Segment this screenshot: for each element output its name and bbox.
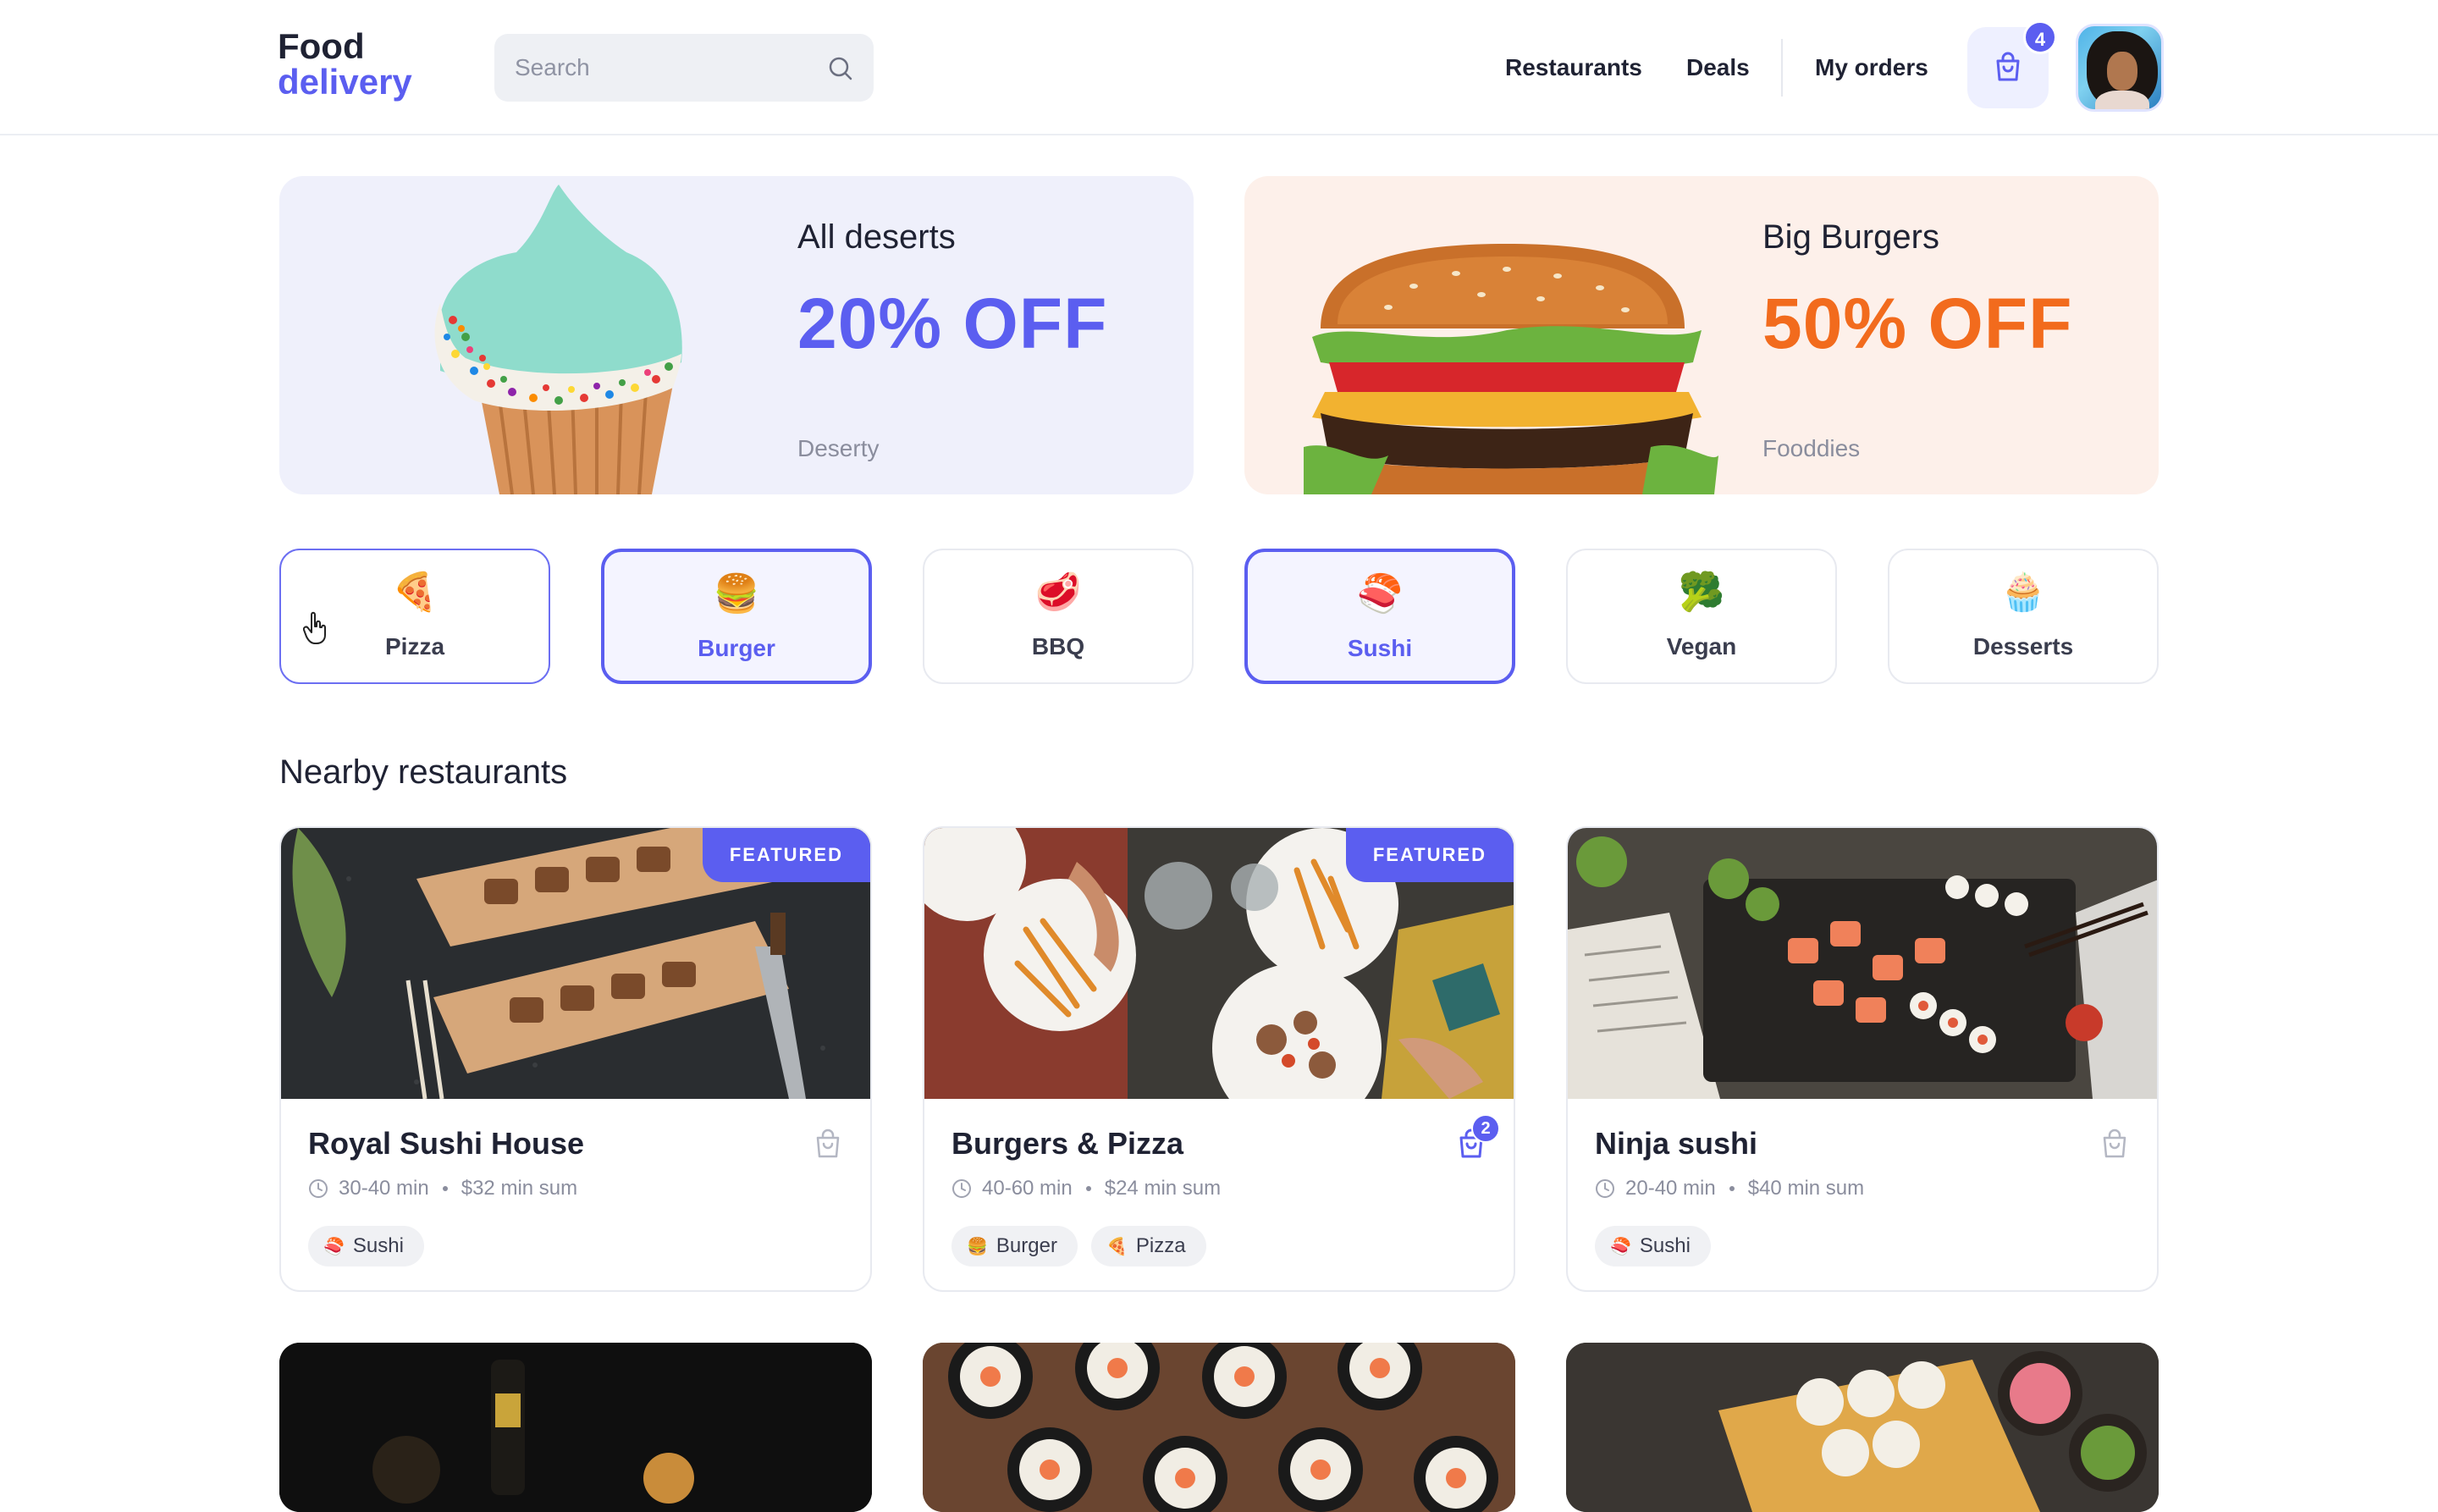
restaurant-name: Burgers & Pizza bbox=[951, 1126, 1184, 1161]
tag-chip[interactable]: 🍣 Sushi bbox=[308, 1226, 424, 1266]
min-sum: $40 min sum bbox=[1747, 1177, 1865, 1200]
tag-chip[interactable]: 🍣 Sushi bbox=[1595, 1226, 1711, 1266]
restaurant-card[interactable] bbox=[279, 1343, 872, 1512]
delivery-time: 20-40 min bbox=[1625, 1177, 1716, 1200]
category-burger[interactable]: 🍔 Burger bbox=[601, 549, 872, 684]
restaurant-meta: 20-40 min $40 min sum bbox=[1595, 1177, 1864, 1200]
section-title: Nearby restaurants bbox=[279, 753, 568, 791]
promo-banner-desserts[interactable]: All deserts 20% OFF Deserty bbox=[279, 176, 1194, 494]
cart-count-badge: 4 bbox=[2023, 20, 2057, 54]
pizza-icon: 🍕 bbox=[1106, 1236, 1128, 1256]
burger-image bbox=[1304, 244, 1718, 494]
restaurant-photo bbox=[279, 1343, 872, 1512]
shopping-bag-icon[interactable] bbox=[2098, 1128, 2132, 1162]
category-bbq[interactable]: 🥩 BBQ bbox=[923, 549, 1194, 684]
burger-icon: 🍔 bbox=[967, 1236, 988, 1256]
restaurant-card[interactable]: FEATURED Burgers & Pizza 2 40-60 min $24… bbox=[923, 826, 1515, 1292]
shopping-bag-icon bbox=[1996, 52, 2020, 81]
clock-icon bbox=[952, 1179, 971, 1198]
restaurant-photo bbox=[1568, 828, 2157, 1099]
min-sum: $32 min sum bbox=[461, 1177, 578, 1200]
clock-icon bbox=[1596, 1179, 1614, 1198]
category-pizza[interactable]: 🍕 Pizza bbox=[279, 549, 550, 684]
restaurant-photo bbox=[923, 1343, 1515, 1512]
restaurant-meta: 30-40 min $32 min sum bbox=[308, 1177, 577, 1200]
tag-label: Sushi bbox=[1639, 1234, 1691, 1257]
delivery-time: 40-60 min bbox=[982, 1177, 1073, 1200]
featured-badge: FEATURED bbox=[702, 828, 870, 882]
category-sushi[interactable]: 🍣 Sushi bbox=[1244, 549, 1515, 684]
restaurant-card[interactable]: FEATURED Royal Sushi House 30-40 min $32… bbox=[279, 826, 872, 1292]
tag-label: Burger bbox=[996, 1234, 1057, 1257]
tag-list: 🍣 Sushi bbox=[308, 1226, 438, 1266]
category-label: Vegan bbox=[1666, 633, 1737, 659]
pizza-icon: 🍕 bbox=[391, 571, 439, 614]
promo-brand: Deserty bbox=[797, 435, 880, 461]
restaurant-meta: 40-60 min $24 min sum bbox=[951, 1177, 1221, 1200]
broccoli-icon: 🥦 bbox=[1678, 571, 1725, 614]
category-label: Sushi bbox=[1347, 635, 1413, 661]
restaurant-name: Ninja sushi bbox=[1595, 1126, 1758, 1161]
sushi-icon: 🍣 bbox=[323, 1236, 345, 1256]
cupcake-icon: 🧁 bbox=[1999, 571, 2047, 614]
restaurant-name: Royal Sushi House bbox=[308, 1126, 585, 1161]
top-header: Food delivery Search Restaurants Deals M… bbox=[0, 0, 2438, 135]
search-icon[interactable] bbox=[828, 56, 853, 81]
restaurant-photo bbox=[1566, 1343, 2159, 1512]
restaurant-card[interactable] bbox=[1566, 1343, 2159, 1512]
promo-discount: 50% OFF bbox=[1762, 284, 2073, 363]
restaurant-card[interactable]: Ninja sushi 20-40 min $40 min sum 🍣 Sushi bbox=[1566, 826, 2159, 1292]
category-vegan[interactable]: 🥦 Vegan bbox=[1566, 549, 1837, 684]
featured-badge: FEATURED bbox=[1345, 828, 1514, 882]
promo-banner-burgers[interactable]: Big Burgers 50% OFF Fooddies bbox=[1244, 176, 2159, 494]
tag-label: Sushi bbox=[352, 1234, 404, 1257]
shopping-bag-icon[interactable] bbox=[811, 1128, 845, 1162]
sushi-icon: 🍣 bbox=[1610, 1236, 1631, 1256]
logo-line-2: delivery bbox=[278, 62, 412, 102]
clock-icon bbox=[309, 1179, 328, 1198]
promo-title: All deserts bbox=[797, 218, 956, 256]
sushi-icon: 🍣 bbox=[1356, 572, 1404, 615]
promo-brand: Fooddies bbox=[1762, 435, 1861, 461]
cart-count-badge: 2 bbox=[1471, 1114, 1500, 1143]
nav-restaurants[interactable]: Restaurants bbox=[1505, 0, 1642, 135]
meat-icon: 🥩 bbox=[1034, 571, 1082, 614]
nav-divider bbox=[1781, 39, 1783, 97]
nav-deals[interactable]: Deals bbox=[1686, 0, 1750, 135]
nav-my-orders[interactable]: My orders bbox=[1815, 0, 1928, 135]
search-placeholder: Search bbox=[515, 54, 590, 80]
tag-label: Pizza bbox=[1135, 1234, 1186, 1257]
category-label: Desserts bbox=[1972, 633, 2074, 659]
promo-discount: 20% OFF bbox=[797, 284, 1108, 363]
logo-line-1: Food bbox=[278, 26, 365, 66]
burger-icon: 🍔 bbox=[713, 572, 760, 615]
tag-list: 🍔 Burger 🍕 Pizza bbox=[951, 1226, 1220, 1266]
cupcake-image bbox=[434, 185, 682, 494]
restaurant-card[interactable] bbox=[923, 1343, 1515, 1512]
tag-chip[interactable]: 🍕 Pizza bbox=[1090, 1226, 1206, 1266]
promo-title: Big Burgers bbox=[1762, 218, 1939, 256]
tag-list: 🍣 Sushi bbox=[1595, 1226, 1724, 1266]
user-avatar[interactable] bbox=[2076, 24, 2164, 112]
min-sum: $24 min sum bbox=[1104, 1177, 1222, 1200]
hand-cursor-icon bbox=[303, 611, 326, 644]
tag-chip[interactable]: 🍔 Burger bbox=[951, 1226, 1078, 1266]
delivery-time: 30-40 min bbox=[339, 1177, 429, 1200]
category-desserts[interactable]: 🧁 Desserts bbox=[1888, 549, 2159, 684]
category-label: BBQ bbox=[1031, 633, 1085, 659]
search-input[interactable]: Search bbox=[494, 34, 874, 102]
logo[interactable]: Food delivery bbox=[278, 29, 412, 100]
category-label: Burger bbox=[698, 635, 775, 661]
